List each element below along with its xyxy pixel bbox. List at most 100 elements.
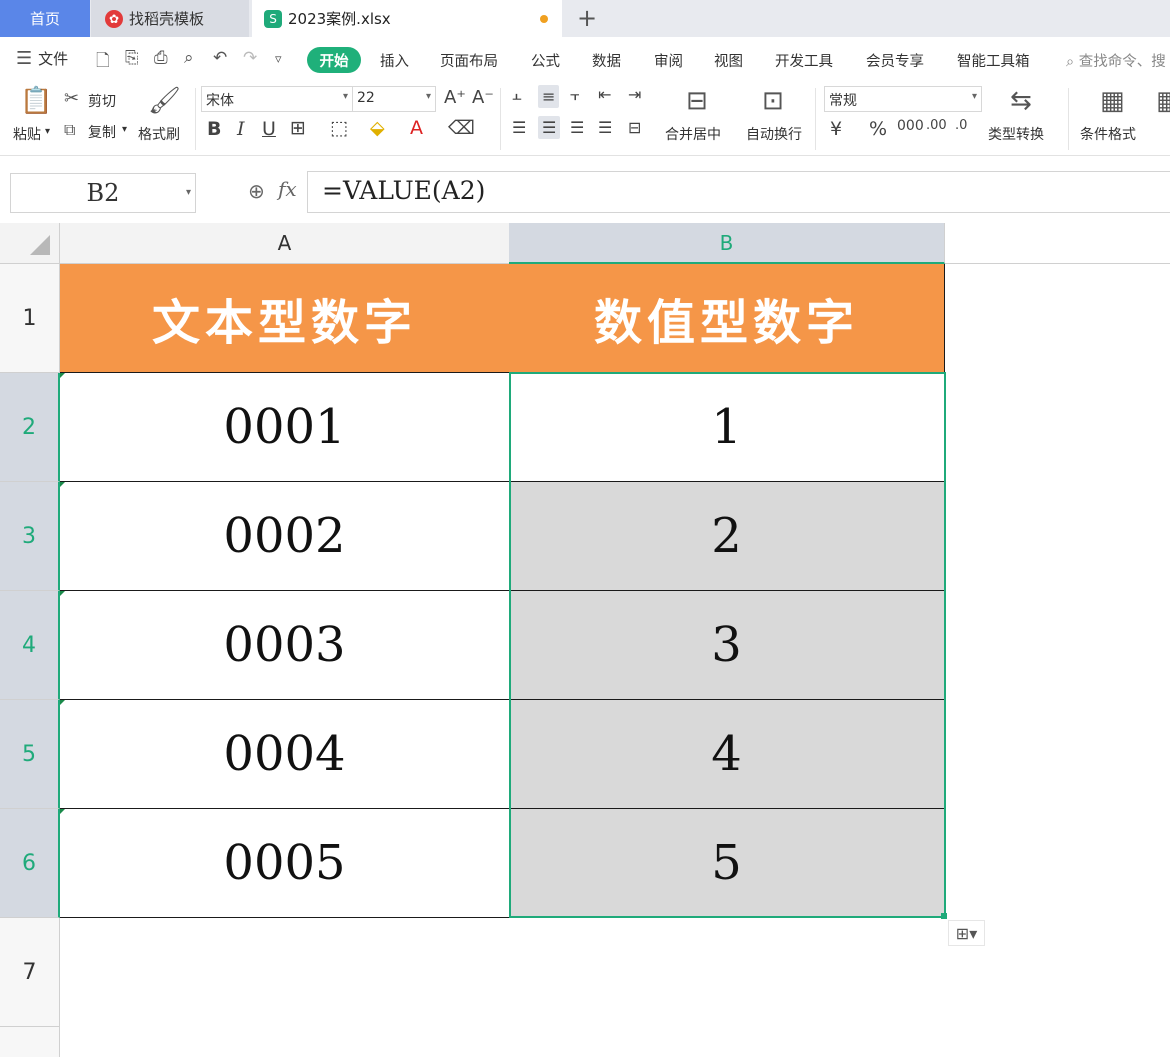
row-header-1[interactable]: 1 (0, 264, 60, 373)
increase-font-icon[interactable]: A⁺ (444, 87, 466, 108)
print-icon[interactable]: ⎙ (154, 48, 168, 68)
cell-a2[interactable]: 0001 (60, 373, 510, 482)
cut-icon[interactable]: ✂ (64, 88, 79, 109)
cell-a3[interactable]: 0002 (60, 482, 510, 591)
align-top-icon[interactable]: ⫠ (512, 85, 522, 105)
font-color-icon[interactable]: A (410, 117, 423, 139)
format-painter-button[interactable]: 格式刷 (138, 124, 180, 144)
cell-b6[interactable]: 5 (509, 809, 945, 918)
borders-icon[interactable]: ⊞ (290, 117, 306, 139)
cell-a5[interactable]: 0004 (60, 700, 510, 809)
menu-formulas[interactable]: 公式 (531, 50, 560, 71)
tab-template[interactable]: ✿ 找稻壳模板 (91, 0, 249, 37)
increase-decimal-icon[interactable]: .00 (926, 118, 947, 133)
column-header-b[interactable]: B (509, 223, 945, 264)
redo-icon[interactable]: ↷ (243, 48, 257, 68)
distributed-icon[interactable]: ⊟ (628, 118, 641, 137)
cell-b2[interactable]: 1 (509, 373, 945, 482)
italic-icon[interactable]: I (237, 118, 245, 140)
decrease-indent-icon[interactable]: ⇤ (598, 85, 611, 104)
paste-icon[interactable]: 📋 (20, 86, 52, 116)
row-header-5[interactable]: 5 (0, 700, 60, 809)
clear-format-icon[interactable]: ⌫ (448, 117, 475, 139)
wrap-text-button[interactable]: 自动换行 (746, 124, 802, 144)
menu-review[interactable]: 审阅 (654, 50, 683, 71)
increase-indent-icon[interactable]: ⇥ (628, 85, 641, 104)
cut-button[interactable]: 剪切 (88, 91, 116, 111)
table-style-icon[interactable]: ▦ (1156, 86, 1170, 116)
formula-input[interactable]: =VALUE(A2) (307, 171, 1170, 213)
row-header-3[interactable]: 3 (0, 482, 60, 591)
row-header-8[interactable] (0, 1027, 60, 1057)
conditional-format-icon[interactable]: ▦ (1100, 86, 1125, 116)
underline-icon[interactable]: U (262, 118, 276, 140)
align-right-icon[interactable]: ☰ (570, 118, 584, 137)
align-middle-icon[interactable]: ≡ (538, 85, 560, 108)
cell-b1[interactable]: 数值型数字 (509, 264, 945, 373)
zoom-icon[interactable]: ⊕ (248, 179, 265, 203)
select-all-corner[interactable] (0, 223, 60, 264)
align-bottom-icon[interactable]: ⫟ (570, 85, 580, 105)
export-icon[interactable]: ⎘ (125, 48, 139, 68)
menu-start[interactable]: 开始 (307, 47, 361, 73)
conditional-format-button[interactable]: 条件格式 (1080, 124, 1136, 144)
menu-data[interactable]: 数据 (592, 50, 621, 71)
fill-color-icon[interactable]: ⬙ (370, 117, 385, 139)
align-center-icon[interactable]: ☰ (538, 116, 561, 139)
row-header-4[interactable]: 4 (0, 591, 60, 700)
menu-developer[interactable]: 开发工具 (775, 50, 833, 71)
percent-icon[interactable]: % (869, 118, 887, 140)
font-size-select[interactable]: 22 ▾ (352, 86, 436, 112)
paste-button[interactable]: 粘贴 (13, 124, 41, 144)
cell-b4[interactable]: 3 (509, 591, 945, 700)
thousands-icon[interactable]: 000 (897, 118, 924, 134)
cell-b5[interactable]: 4 (509, 700, 945, 809)
row-header-2[interactable]: 2 (0, 373, 60, 482)
save-icon[interactable]: 🗋 (96, 48, 110, 77)
cell-a4[interactable]: 0003 (60, 591, 510, 700)
type-convert-button[interactable]: 类型转换 (988, 124, 1044, 144)
paste-chevron-icon[interactable]: ▾ (45, 126, 50, 137)
format-painter-icon[interactable]: 🖌 (148, 86, 181, 116)
select-all-triangle-icon (30, 235, 50, 255)
copy-button[interactable]: 复制 (88, 122, 116, 142)
name-box[interactable]: B2 ▾ (10, 173, 196, 213)
menu-page-layout[interactable]: 页面布局 (440, 50, 498, 71)
menu-insert[interactable]: 插入 (380, 50, 409, 71)
row-header-6[interactable]: 6 (0, 809, 60, 918)
justify-icon[interactable]: ☰ (598, 118, 612, 137)
column-header-a[interactable]: A (60, 223, 510, 264)
undo-icon[interactable]: ↶ (213, 48, 227, 68)
menu-member[interactable]: 会员专享 (866, 50, 924, 71)
menu-smart-toolbox[interactable]: 智能工具箱 (957, 50, 1030, 71)
merge-center-icon[interactable]: ⊟ (686, 86, 708, 116)
file-menu[interactable]: ☰ 文件 (16, 48, 68, 69)
type-convert-icon[interactable]: ⇆ (1010, 86, 1032, 116)
align-left-icon[interactable]: ☰ (512, 118, 526, 137)
menu-view[interactable]: 视图 (714, 50, 743, 71)
cell-a1[interactable]: 文本型数字 (60, 264, 510, 373)
decrease-decimal-icon[interactable]: .0 (955, 118, 967, 133)
cell-b3[interactable]: 2 (509, 482, 945, 591)
merge-center-button[interactable]: 合并居中 (665, 124, 721, 144)
cell-style-icon[interactable]: ⬚ (330, 117, 348, 139)
cell-a6[interactable]: 0005 (60, 809, 510, 918)
decrease-font-icon[interactable]: A⁻ (472, 87, 494, 108)
copy-chevron-icon[interactable]: ▾ (122, 124, 127, 135)
tab-home[interactable]: 首页 (0, 0, 90, 37)
row-header-7[interactable]: 7 (0, 918, 60, 1027)
font-name-select[interactable]: 宋体 ▾ (201, 86, 353, 112)
quick-analysis-button[interactable]: ⊞▾ (948, 920, 985, 946)
currency-icon[interactable]: ¥ (830, 118, 842, 140)
print-preview-icon[interactable]: ⌕ (184, 48, 194, 68)
wrap-text-icon[interactable]: ⊡ (762, 86, 784, 116)
fx-icon[interactable]: fx (278, 177, 297, 201)
number-format-select[interactable]: 常规 ▾ (824, 86, 982, 112)
fill-handle[interactable] (941, 913, 947, 919)
tab-file[interactable]: S 2023案例.xlsx (252, 0, 562, 37)
command-search[interactable]: ⌕ 查找命令、搜 (1066, 50, 1166, 71)
add-tab-button[interactable]: + (574, 4, 600, 32)
copy-icon[interactable]: ⧉ (64, 120, 75, 140)
customize-chevron-icon[interactable]: ▿ (275, 52, 282, 67)
bold-icon[interactable]: B (207, 118, 221, 140)
